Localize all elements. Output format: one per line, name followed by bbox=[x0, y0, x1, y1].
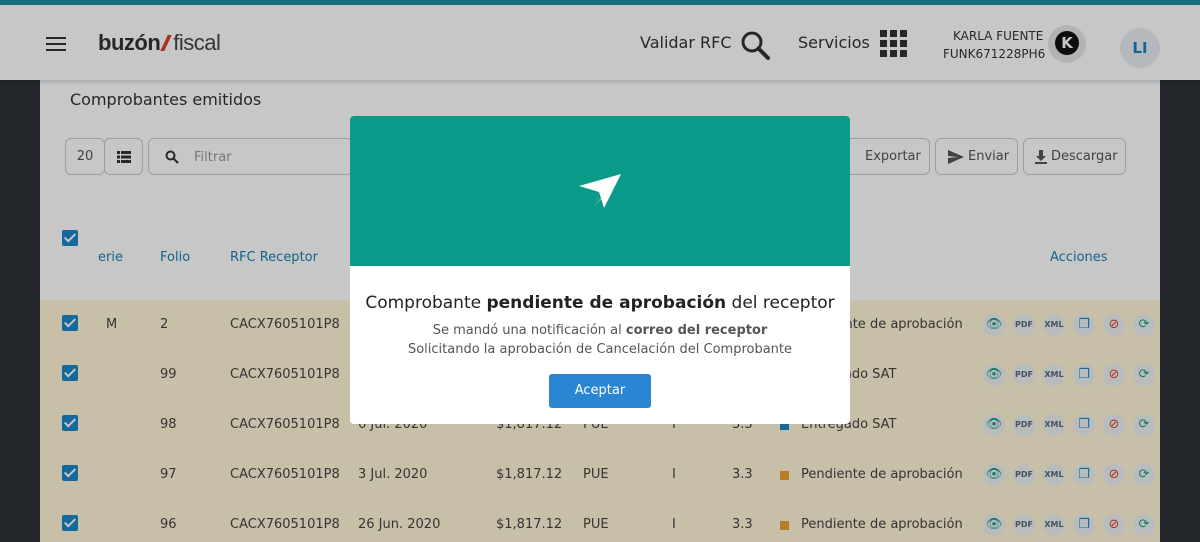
accept-button[interactable]: Aceptar bbox=[549, 374, 651, 408]
modal-message-line2: Solicitando la aprobación de Cancelación… bbox=[407, 342, 793, 357]
modal-message-line1: Se mandó una notificación al correo del … bbox=[432, 323, 768, 338]
approval-modal: Comprobante pendiente de aprobación del … bbox=[350, 116, 850, 424]
modal-banner bbox=[350, 116, 850, 266]
modal-title: Comprobante pendiente de aprobación del … bbox=[365, 293, 835, 313]
paper-plane-icon bbox=[579, 174, 621, 208]
